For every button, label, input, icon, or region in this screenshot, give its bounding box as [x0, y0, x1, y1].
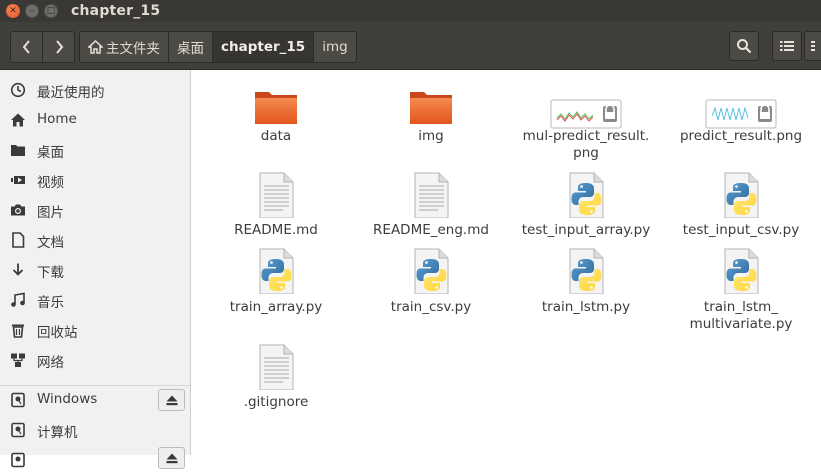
text-file-icon: [259, 172, 294, 218]
sidebar-item-label: Windows: [37, 391, 98, 407]
sidebar-item-downloads[interactable]: 下载: [0, 256, 190, 284]
drive-icon: [10, 422, 26, 438]
nav-buttons: [10, 31, 75, 63]
eject-button[interactable]: [158, 447, 185, 469]
menu-icon: [811, 41, 815, 51]
chevron-left-icon: [22, 40, 30, 54]
drive-icon: [10, 392, 26, 408]
view-toggle-button[interactable]: [772, 31, 802, 61]
file-name: train_array.py: [229, 299, 323, 315]
python-file-icon: [569, 172, 604, 218]
chevron-right-icon: [55, 40, 63, 54]
sidebar-item-label: 计算机: [37, 425, 78, 441]
breadcrumb-desktop[interactable]: 桌面: [168, 32, 212, 62]
folder-icon: [410, 92, 452, 124]
file-name: README_eng.md: [373, 222, 489, 238]
home-icon: [10, 112, 26, 128]
sidebar-item-trash[interactable]: 回收站: [0, 316, 190, 344]
sidebar-item-music[interactable]: 音乐: [0, 286, 190, 314]
home-icon: [88, 40, 103, 54]
eject-icon: [166, 395, 177, 405]
folder-icon: [10, 142, 26, 158]
file-name: train_lstm_ multivariate.py: [689, 299, 793, 332]
sidebar-item-videos[interactable]: 视频: [0, 166, 190, 194]
python-file-icon: [724, 248, 759, 294]
sidebar-item-computer[interactable]: 计算机: [0, 416, 190, 444]
maximize-window-button[interactable]: □: [44, 4, 58, 18]
clock-icon: [10, 82, 26, 98]
sidebar-item-label: 回收站: [37, 325, 78, 341]
file-grid: data img mul-predict_result. png predict…: [191, 70, 821, 455]
python-file-icon: [724, 172, 759, 218]
forward-button[interactable]: [42, 32, 74, 62]
breadcrumb-home[interactable]: 主文件夹: [80, 32, 168, 62]
breadcrumb-label: 主文件夹: [106, 41, 160, 57]
drive-icon: [10, 452, 26, 468]
camera-icon: [10, 202, 26, 218]
folder-icon: [255, 92, 297, 124]
sidebar-item-documents[interactable]: 文档: [0, 226, 190, 254]
sidebar-item-label: 视频: [37, 175, 64, 191]
sidebar: 最近使用的 Home 桌面 视频 图片 文档 下载 音乐 回收站 网络 Wind…: [0, 70, 191, 469]
download-icon: [10, 262, 26, 278]
sidebar-item-pictures[interactable]: 图片: [0, 196, 190, 224]
trash-icon: [10, 322, 26, 338]
window-title: chapter_15: [71, 3, 161, 19]
title-bar: ✕ – □ chapter_15: [0, 0, 821, 22]
file-name: README.md: [234, 222, 318, 238]
sidebar-item-recent[interactable]: 最近使用的: [0, 76, 190, 104]
breadcrumb: 主文件夹 桌面 chapter_15 img: [79, 31, 357, 63]
file-name: train_csv.py: [390, 299, 472, 315]
python-file-icon: [569, 248, 604, 294]
file-name: mul-predict_result. png: [522, 128, 650, 161]
menu-button[interactable]: [804, 31, 821, 61]
file-name: test_input_array.py: [521, 222, 651, 238]
sidebar-item-label: 桌面: [37, 145, 64, 161]
file-name: test_input_csv.py: [682, 222, 800, 238]
file-name: data: [260, 128, 292, 144]
document-icon: [10, 232, 26, 248]
text-file-icon: [414, 172, 449, 218]
search-icon: [737, 39, 752, 54]
file-name: train_lstm.py: [541, 299, 631, 315]
video-icon: [10, 172, 26, 188]
back-button[interactable]: [11, 32, 42, 62]
sidebar-item-label: 图片: [37, 205, 64, 221]
breadcrumb-label: chapter_15: [221, 39, 306, 55]
sidebar-item-label: 网络: [37, 355, 64, 371]
list-view-icon: [780, 41, 794, 51]
network-icon: [10, 352, 26, 368]
file-name: predict_result.png: [679, 128, 803, 144]
breadcrumb-label: img: [322, 39, 348, 55]
sidebar-item-network[interactable]: 网络: [0, 346, 190, 374]
sidebar-item-home[interactable]: Home: [0, 106, 190, 134]
file-name: img: [418, 128, 444, 144]
sidebar-item-label: 音乐: [37, 295, 64, 311]
image-thumbnail-icon: [705, 99, 777, 129]
python-file-icon: [414, 248, 449, 294]
sidebar-item-label: 文档: [37, 235, 64, 251]
minimize-window-button[interactable]: –: [25, 4, 39, 18]
breadcrumb-label: 桌面: [177, 41, 204, 57]
image-thumbnail-icon: [550, 99, 622, 129]
search-button[interactable]: [729, 31, 759, 61]
close-window-button[interactable]: ✕: [6, 4, 20, 18]
eject-icon: [166, 453, 177, 463]
text-file-icon: [259, 344, 294, 390]
sidebar-item-desktop[interactable]: 桌面: [0, 136, 190, 164]
breadcrumb-current[interactable]: chapter_15: [212, 32, 314, 62]
sidebar-item-label: 最近使用的: [37, 85, 105, 101]
breadcrumb-img[interactable]: img: [313, 32, 355, 62]
sidebar-item-label: 下载: [37, 265, 64, 281]
header-toolbar: 主文件夹 桌面 chapter_15 img: [0, 22, 821, 70]
music-icon: [10, 292, 26, 308]
file-name: .gitignore: [243, 394, 309, 410]
python-file-icon: [259, 248, 294, 294]
sidebar-item-label: Home: [37, 111, 77, 127]
eject-button[interactable]: [158, 389, 185, 411]
